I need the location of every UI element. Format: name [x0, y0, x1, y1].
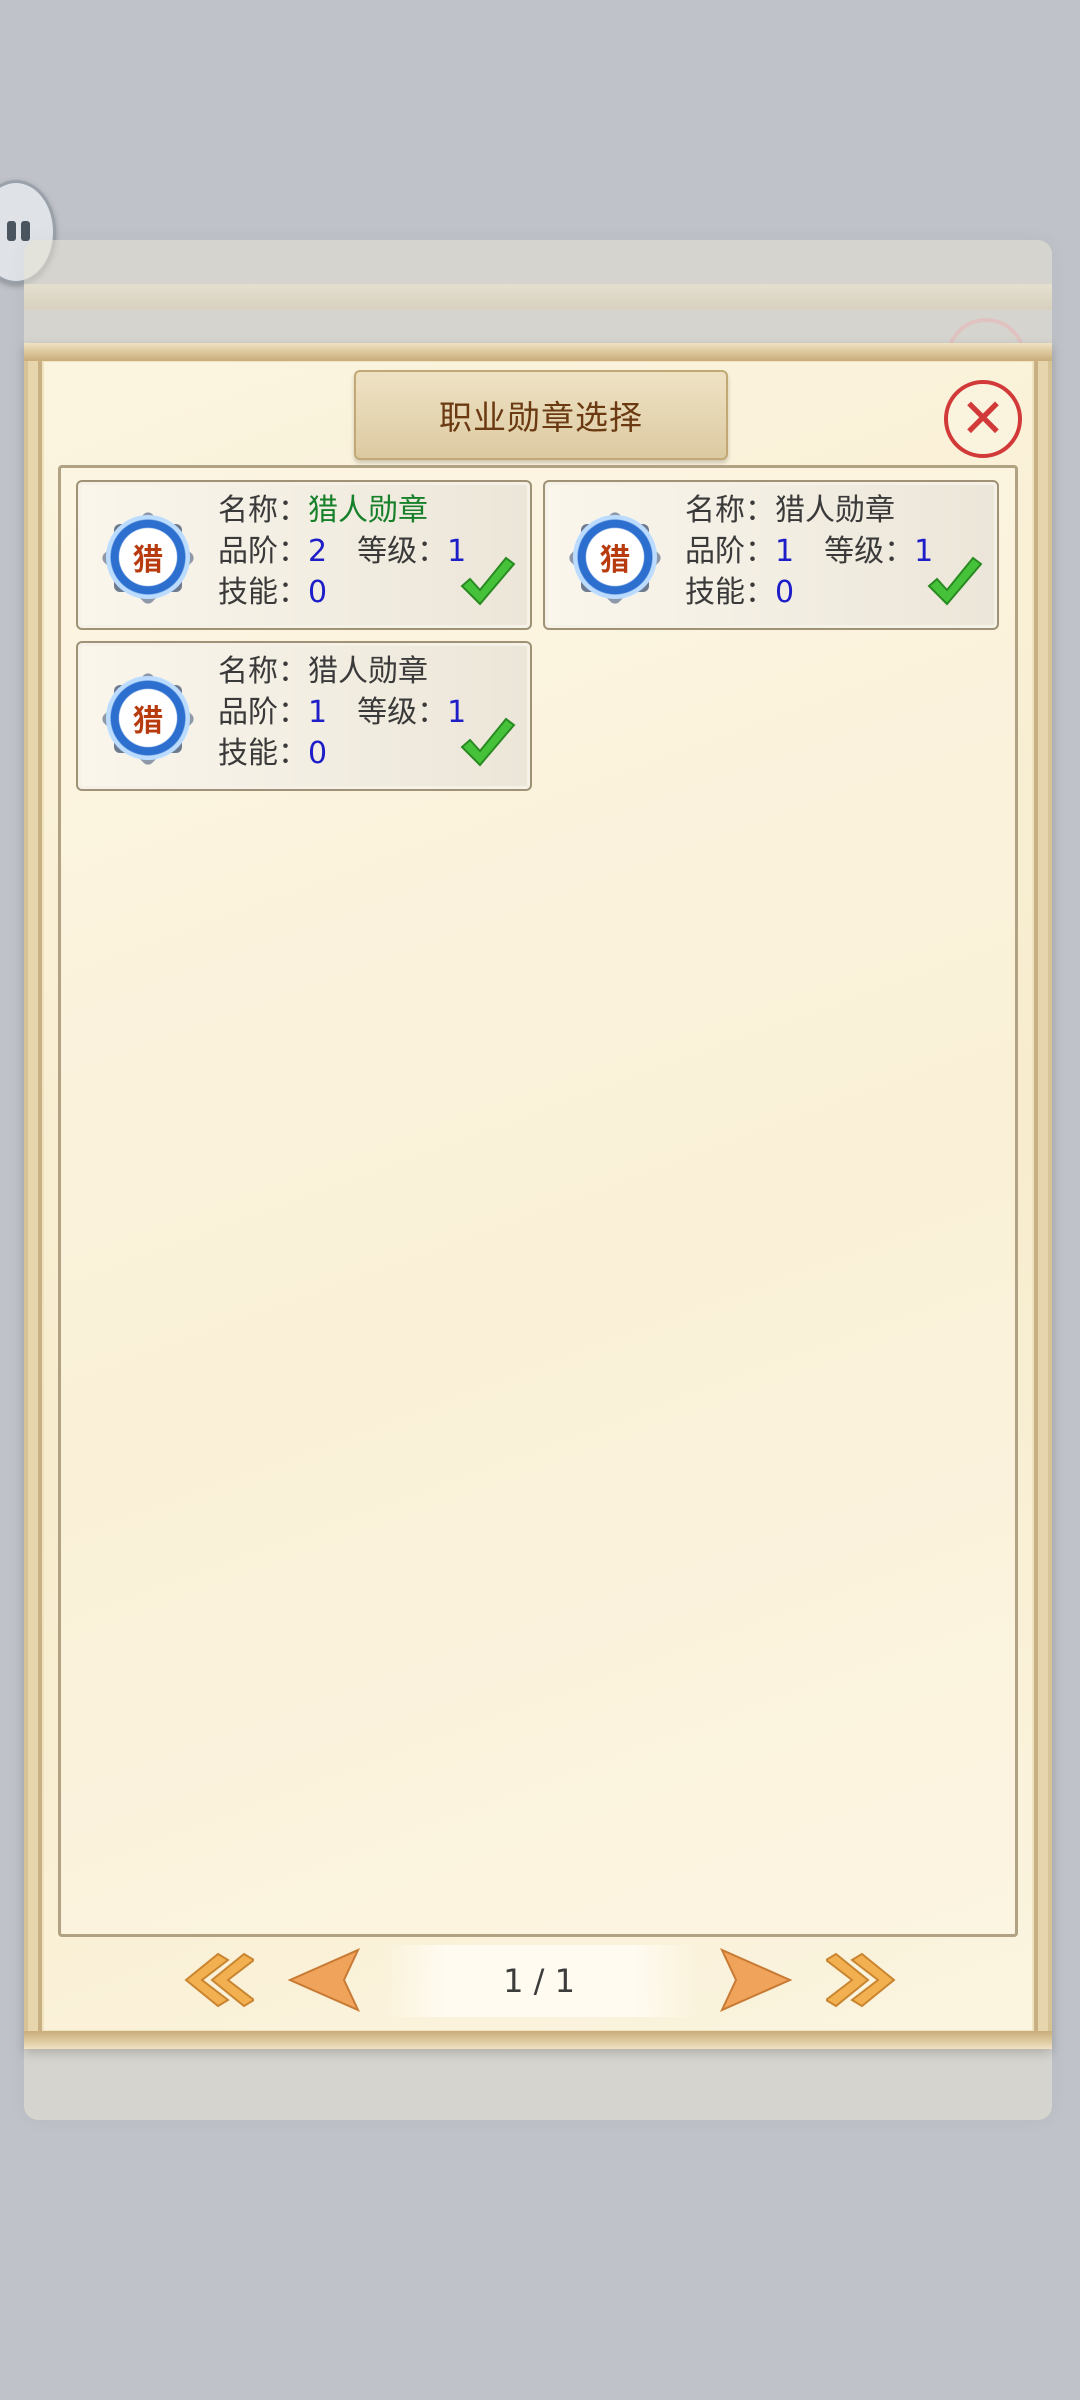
hunter-medal-icon: 猎 [92, 659, 204, 777]
level-label: 等级： [357, 534, 448, 569]
medal-card[interactable]: 猎 名称：猎人勋章 品阶：1 等级：1 技能：0 [543, 480, 999, 630]
next-page-button[interactable] [714, 1948, 794, 2012]
skill-label: 技能： [218, 736, 308, 771]
grade-label: 品阶： [218, 534, 308, 569]
pause-icon-bar [21, 221, 30, 241]
check-icon [460, 556, 516, 606]
frame-bottom-rail [24, 2031, 1052, 2049]
skill-label: 技能： [685, 575, 775, 610]
last-page-button[interactable] [826, 1950, 902, 2010]
grade-label: 品阶： [218, 695, 308, 730]
medal-skill: 0 [308, 736, 328, 771]
first-page-button[interactable] [178, 1950, 254, 2010]
close-button[interactable]: ✕ [944, 380, 1022, 458]
title-plate: 职业勋章选择 [354, 370, 728, 460]
dialog-title: 职业勋章选择 [439, 398, 643, 437]
medal-name: 猎人勋章 [308, 493, 428, 528]
skill-label: 技能： [218, 575, 308, 610]
page-text: 1 / 1 [503, 1962, 575, 2000]
level-label: 等级： [357, 695, 448, 730]
medal-name: 猎人勋章 [775, 493, 895, 528]
page-indicator: 1 / 1 [382, 1945, 696, 2017]
close-icon: ✕ [960, 387, 1006, 450]
name-label: 名称： [685, 493, 775, 528]
medal-name: 猎人勋章 [308, 654, 428, 689]
frame-top-rail [24, 343, 1052, 361]
medal-card[interactable]: 猎 名称：猎人勋章 品阶：2 等级：1 技能：0 [76, 480, 532, 630]
hunter-medal-icon: 猎 [92, 498, 204, 616]
medal-skill: 0 [775, 575, 795, 610]
prev-page-button[interactable] [286, 1948, 366, 2012]
medal-grade: 2 [308, 534, 328, 569]
pause-icon [7, 221, 16, 241]
name-label: 名称： [218, 654, 308, 689]
hunter-medal-icon: 猎 [559, 498, 671, 616]
medal-grade: 1 [308, 695, 328, 730]
level-label: 等级： [824, 534, 915, 569]
check-icon [460, 717, 516, 767]
medal-skill: 0 [308, 575, 328, 610]
medal-card[interactable]: 猎 名称：猎人勋章 品阶：1 等级：1 技能：0 [76, 641, 532, 791]
name-label: 名称： [218, 493, 308, 528]
grade-label: 品阶： [685, 534, 775, 569]
background-dialog-rail [24, 284, 1052, 310]
medal-grade: 1 [775, 534, 795, 569]
check-icon [927, 556, 983, 606]
